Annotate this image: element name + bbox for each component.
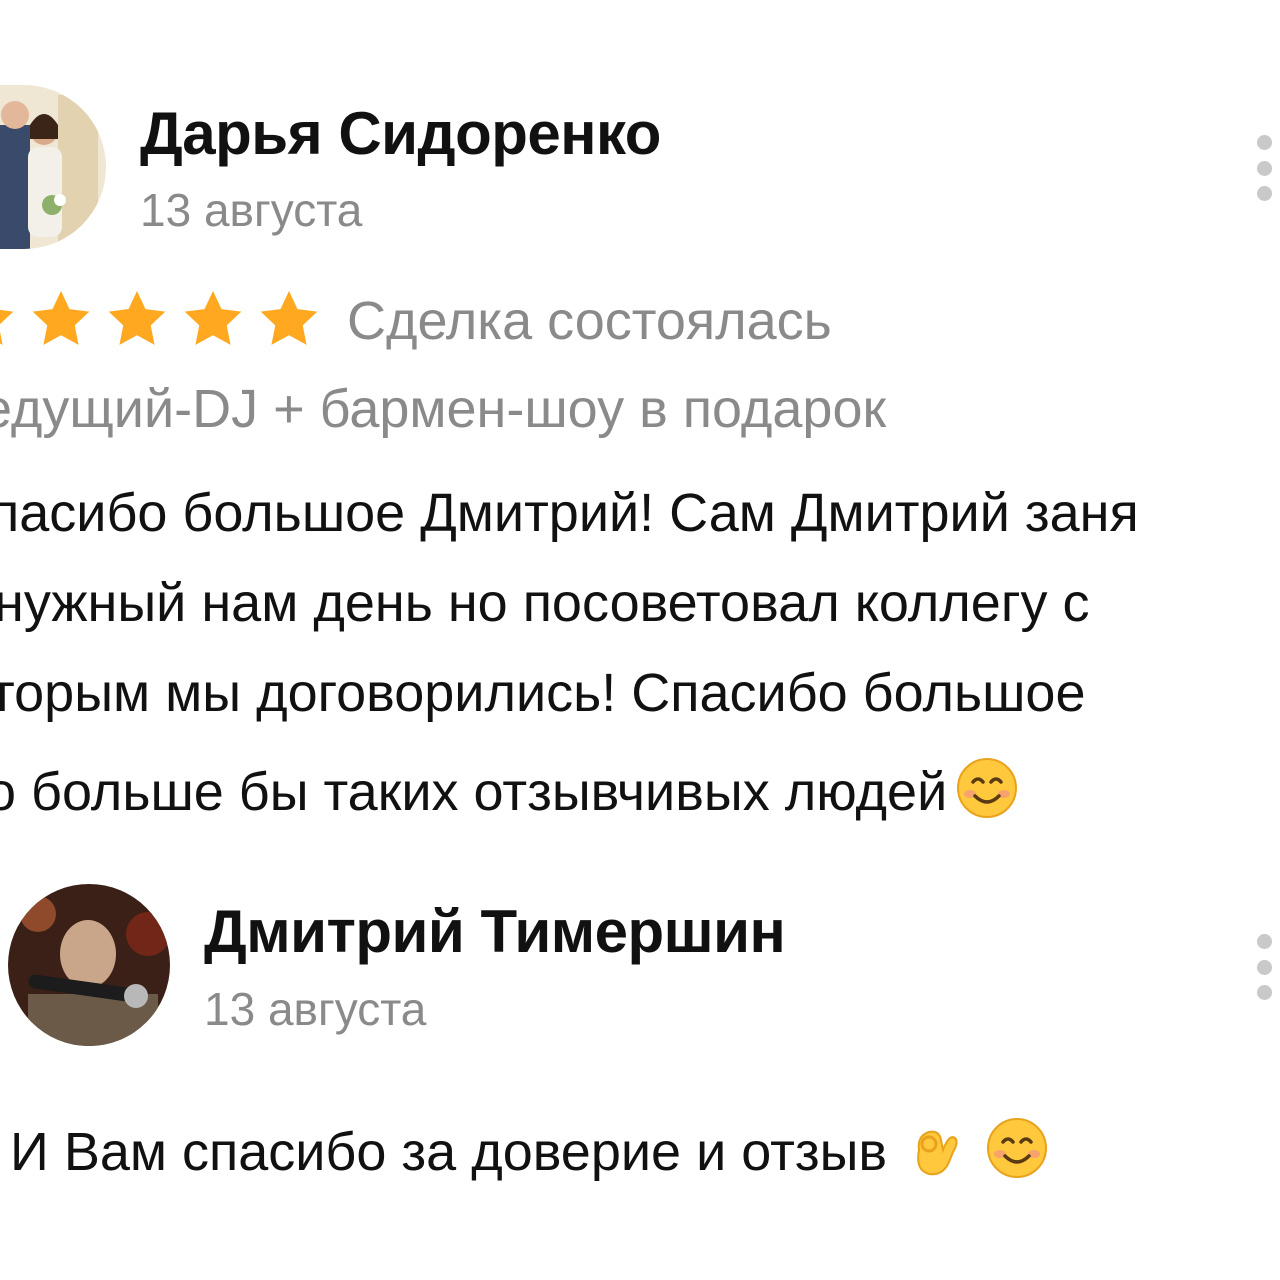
reply-text: И Вам спасибо за доверие и отзыв <box>10 1122 888 1182</box>
smiling-face-emoji <box>955 756 1019 820</box>
reply-text-line: И Вам спасибо за доверие и отзыв <box>10 1116 1049 1180</box>
star-icon <box>104 286 180 352</box>
star-icon <box>0 286 28 352</box>
review-text-line: торым мы договорились! Спасибо большое <box>0 663 1086 723</box>
reply-date: 13 августа <box>204 983 427 1035</box>
replier-name[interactable]: Дмитрий Тимершин <box>204 902 786 962</box>
replier-avatar[interactable] <box>8 884 170 1046</box>
review-text-line: пасибо большое Дмитрий! Сам Дмитрий заня <box>0 483 1139 543</box>
more-dot <box>1256 959 1272 975</box>
review-service: едущий-DJ + бармен-шоу в подарок <box>0 379 887 439</box>
review-text-line: о больше бы таких отзывчивых людей <box>0 762 948 822</box>
reviewer-avatar[interactable] <box>0 85 106 249</box>
replier-avatar-photo <box>8 884 170 1046</box>
reviewer-avatar-photo <box>0 85 106 249</box>
more-dot <box>1256 934 1272 949</box>
review-text-line-last: о больше бы таких отзывчивых людей <box>0 756 1019 820</box>
reply-more-button[interactable] <box>1252 934 1276 1000</box>
more-dot <box>1256 186 1272 201</box>
review-more-button[interactable] <box>1252 135 1276 201</box>
star-icon <box>180 286 256 352</box>
review-text-line: нужный нам день но посоветовал коллегу с <box>0 573 1090 633</box>
star-icon <box>256 286 332 352</box>
reviews-screen: Дарья Сидоренко 13 августа Сделка состоя… <box>0 0 1280 1280</box>
rating-stars <box>0 286 332 352</box>
smiling-face-emoji <box>985 1116 1049 1180</box>
review-date: 13 августа <box>140 184 363 236</box>
deal-status: Сделка состоялась <box>347 291 832 351</box>
more-dot <box>1256 985 1272 1000</box>
more-dot <box>1256 135 1272 150</box>
ok-hand-emoji <box>905 1116 969 1180</box>
more-dot <box>1256 160 1272 176</box>
reviewer-name[interactable]: Дарья Сидоренко <box>140 104 661 164</box>
star-icon <box>28 286 104 352</box>
